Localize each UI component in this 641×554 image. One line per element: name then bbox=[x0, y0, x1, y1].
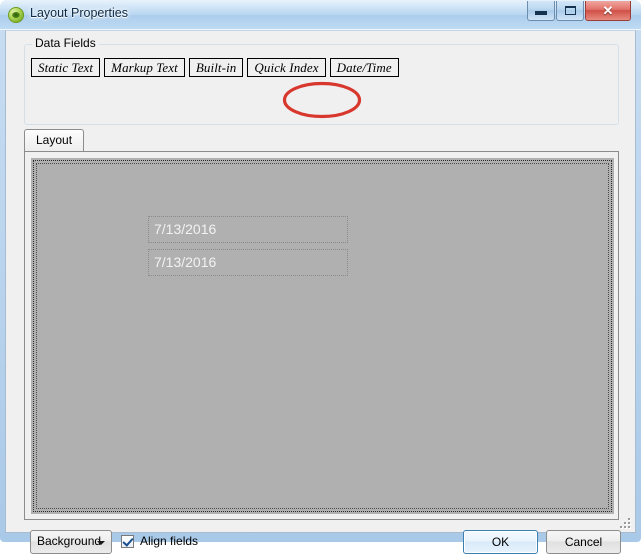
window-title: Layout Properties bbox=[30, 6, 128, 20]
close-button[interactable]: ✕ bbox=[585, 1, 631, 21]
field-button-static-text[interactable]: Static Text bbox=[31, 58, 101, 77]
background-dropdown-button[interactable]: Background bbox=[30, 530, 112, 554]
maximize-button[interactable] bbox=[556, 1, 584, 21]
resize-grip[interactable] bbox=[620, 518, 632, 530]
align-fields-checkbox[interactable] bbox=[121, 534, 134, 548]
background-button-label: Background bbox=[37, 534, 102, 548]
dialog-client-area: Data Fields Static Text Markup Text Buil… bbox=[5, 30, 636, 554]
dialog-window: Layout Properties ✕ Data Fields Static T… bbox=[0, 0, 641, 554]
tab-layout[interactable]: Layout bbox=[24, 129, 85, 152]
maximize-icon bbox=[557, 1, 583, 20]
ok-button[interactable]: OK bbox=[463, 530, 538, 554]
field-button-built-in[interactable]: Built-in bbox=[188, 58, 244, 77]
field-button-markup-text[interactable]: Markup Text bbox=[104, 58, 185, 77]
close-icon: ✕ bbox=[602, 2, 614, 18]
data-fields-groupbox bbox=[24, 44, 619, 125]
data-fields-group-label: Data Fields bbox=[32, 36, 99, 50]
minimize-button[interactable] bbox=[527, 1, 555, 21]
align-fields-label: Align fields bbox=[140, 534, 199, 548]
data-fields-button-row: Static Text Markup Text Built-in Quick I… bbox=[31, 58, 399, 77]
cancel-button[interactable]: Cancel bbox=[546, 530, 621, 554]
app-orb-icon bbox=[8, 7, 24, 23]
tab-page-layout: 7/13/2016 7/13/2016 bbox=[24, 151, 619, 520]
align-fields-row[interactable]: Align fields bbox=[121, 534, 198, 548]
canvas-date-field-2[interactable]: 7/13/2016 bbox=[148, 249, 348, 276]
title-bar[interactable]: Layout Properties ✕ bbox=[0, 0, 641, 30]
canvas-date-field-1[interactable]: 7/13/2016 bbox=[148, 216, 348, 243]
minimize-icon bbox=[528, 1, 554, 20]
field-button-date-time[interactable]: Date/Time bbox=[329, 58, 399, 77]
tab-strip: Layout bbox=[24, 129, 619, 152]
layout-canvas[interactable]: 7/13/2016 7/13/2016 bbox=[31, 158, 614, 514]
field-button-quick-index[interactable]: Quick Index bbox=[247, 58, 326, 77]
